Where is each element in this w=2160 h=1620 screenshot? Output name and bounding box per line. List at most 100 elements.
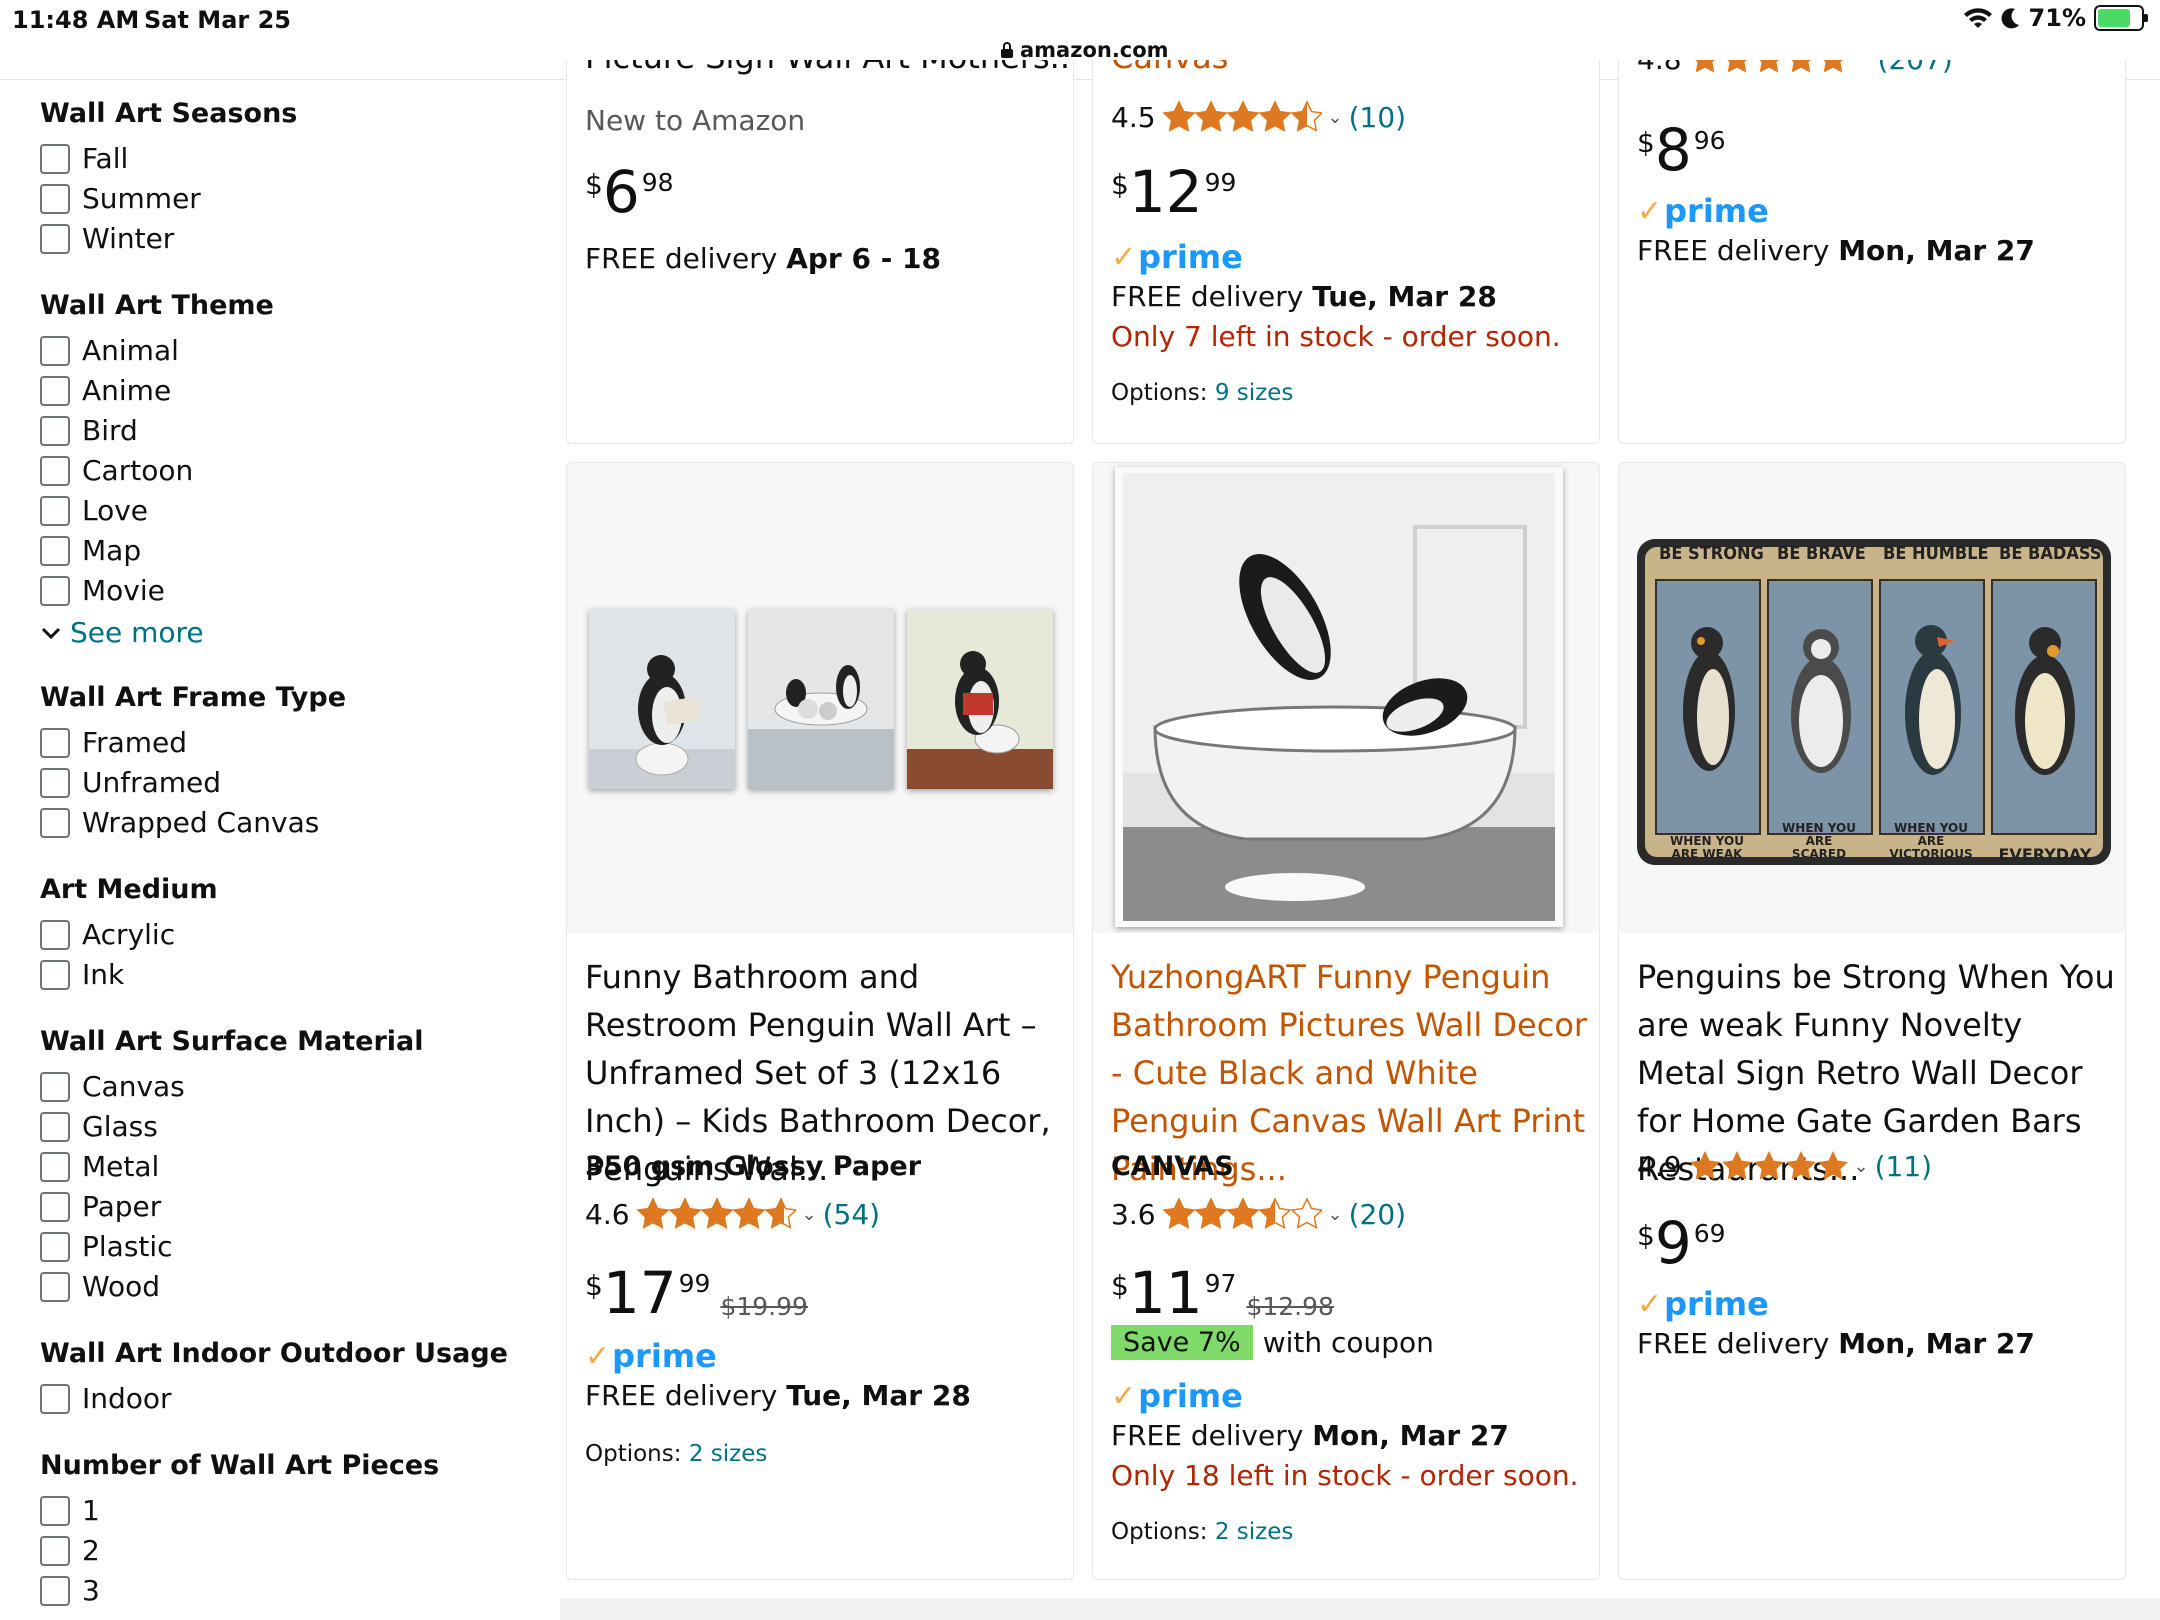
product-card[interactable]: Canvas 4.5 ⌄ (10) $ 12 99 ✓prime FREE de… bbox=[1092, 60, 1600, 444]
checkbox[interactable] bbox=[40, 1191, 70, 1222]
product-card[interactable]: Funny Bathroom and Restroom Penguin Wall… bbox=[566, 462, 1074, 1580]
filter-fall[interactable]: Fall bbox=[40, 142, 128, 175]
checkbox[interactable] bbox=[40, 1071, 70, 1102]
checkbox[interactable] bbox=[40, 223, 70, 254]
checkbox[interactable] bbox=[40, 143, 70, 174]
product-image[interactable] bbox=[1093, 463, 1599, 933]
checkbox[interactable] bbox=[40, 575, 70, 606]
address-bar[interactable]: amazon.com bbox=[1000, 38, 1169, 62]
checkbox[interactable] bbox=[40, 807, 70, 838]
filter-winter[interactable]: Winter bbox=[40, 222, 174, 255]
options-link[interactable]: 9 sizes bbox=[1215, 380, 1294, 406]
checkbox[interactable] bbox=[40, 1271, 70, 1302]
checkbox[interactable] bbox=[40, 1535, 70, 1566]
checkbox[interactable] bbox=[40, 1111, 70, 1142]
price: $ 9 69 bbox=[1637, 1209, 1726, 1277]
sign-header: BE HUMBLE bbox=[1883, 543, 1989, 564]
options-link[interactable]: 2 sizes bbox=[689, 1441, 768, 1467]
checkbox[interactable] bbox=[40, 1575, 70, 1606]
stock-warning: Only 7 left in stock - order soon. bbox=[1111, 320, 1561, 353]
star-rating-icon[interactable] bbox=[1162, 100, 1322, 134]
filter-label: Canvas bbox=[82, 1070, 185, 1103]
prime-badge: ✓ prime bbox=[585, 1337, 717, 1375]
checkbox[interactable] bbox=[40, 455, 70, 486]
checkbox[interactable] bbox=[40, 495, 70, 526]
filter-ink[interactable]: Ink bbox=[40, 958, 124, 991]
product-image[interactable] bbox=[567, 463, 1073, 933]
see-more-link[interactable]: See more bbox=[40, 616, 204, 649]
filter-plastic[interactable]: Plastic bbox=[40, 1230, 173, 1263]
product-title[interactable]: Canvas bbox=[1111, 60, 1228, 76]
filter-summer[interactable]: Summer bbox=[40, 182, 201, 215]
filter-metal[interactable]: Metal bbox=[40, 1150, 159, 1183]
filter-animal[interactable]: Animal bbox=[40, 334, 179, 367]
filter-label: Map bbox=[82, 534, 142, 567]
star-rating-icon[interactable] bbox=[636, 1197, 796, 1231]
review-count-link[interactable]: (54) bbox=[823, 1198, 880, 1231]
filter-label: Bird bbox=[82, 414, 138, 447]
save-badge[interactable]: Save 7% bbox=[1111, 1325, 1253, 1360]
filter-label: Acrylic bbox=[82, 918, 176, 951]
checkbox[interactable] bbox=[40, 335, 70, 366]
checkbox[interactable] bbox=[40, 767, 70, 798]
star-rating-icon[interactable] bbox=[1688, 60, 1848, 76]
coupon-row[interactable]: Save 7% with coupon bbox=[1111, 1325, 1434, 1360]
filter-map[interactable]: Map bbox=[40, 534, 141, 567]
facet-title-pieces: Number of Wall Art Pieces bbox=[40, 1450, 440, 1481]
checkbox[interactable] bbox=[40, 375, 70, 406]
filter-anime[interactable]: Anime bbox=[40, 374, 171, 407]
checkbox[interactable] bbox=[40, 959, 70, 990]
checkbox[interactable] bbox=[40, 415, 70, 446]
filter-pieces-1[interactable]: 1 bbox=[40, 1494, 100, 1527]
filter-bird[interactable]: Bird bbox=[40, 414, 138, 447]
product-card[interactable]: 4.8 (207) $ 8 96 ✓prime FREE delivery Mo… bbox=[1618, 60, 2126, 444]
filter-acrylic[interactable]: Acrylic bbox=[40, 918, 175, 951]
review-count-link[interactable]: (207) bbox=[1878, 60, 1953, 76]
filter-wood[interactable]: Wood bbox=[40, 1270, 160, 1303]
filter-label: 3 bbox=[82, 1574, 100, 1607]
price-whole: 9 bbox=[1654, 1209, 1692, 1277]
checkbox[interactable] bbox=[40, 1151, 70, 1182]
product-card[interactable]: YuzhongART Funny Penguin Bathroom Pictur… bbox=[1092, 462, 1600, 1580]
delivery-date: Tue, Mar 28 bbox=[786, 1379, 971, 1412]
chevron-down-icon[interactable]: ⌄ bbox=[1328, 1204, 1343, 1225]
variant-label: CANVAS bbox=[1111, 1151, 1234, 1182]
delivery-info: FREE delivery Mon, Mar 27 bbox=[1637, 234, 2035, 267]
filter-indoor[interactable]: Indoor bbox=[40, 1382, 172, 1415]
filter-wrapped-canvas[interactable]: Wrapped Canvas bbox=[40, 806, 319, 839]
checkbox[interactable] bbox=[40, 727, 70, 758]
checkbox[interactable] bbox=[40, 919, 70, 950]
filter-pieces-2[interactable]: 2 bbox=[40, 1534, 100, 1567]
filter-unframed[interactable]: Unframed bbox=[40, 766, 221, 799]
checkbox[interactable] bbox=[40, 1383, 70, 1414]
lock-icon bbox=[1001, 42, 1013, 58]
filter-canvas[interactable]: Canvas bbox=[40, 1070, 185, 1103]
product-card[interactable]: Picture Sign Wall Art Mothers... New to … bbox=[566, 60, 1074, 444]
star-rating-icon[interactable] bbox=[1688, 1149, 1848, 1183]
checkbox[interactable] bbox=[40, 1231, 70, 1262]
new-to-amazon-label: New to Amazon bbox=[585, 104, 806, 137]
checkbox[interactable] bbox=[40, 1495, 70, 1526]
filter-cartoon[interactable]: Cartoon bbox=[40, 454, 193, 487]
options-link[interactable]: 2 sizes bbox=[1215, 1519, 1294, 1545]
chevron-down-icon[interactable]: ⌄ bbox=[802, 1204, 817, 1225]
review-count-link[interactable]: (20) bbox=[1349, 1198, 1406, 1231]
filter-love[interactable]: Love bbox=[40, 494, 148, 527]
chevron-down-icon[interactable]: ⌄ bbox=[1328, 107, 1343, 128]
checkbox[interactable] bbox=[40, 183, 70, 214]
filter-glass[interactable]: Glass bbox=[40, 1110, 158, 1143]
price-fraction: 97 bbox=[1204, 1269, 1237, 1298]
star-rating-icon[interactable] bbox=[1162, 1197, 1322, 1231]
product-card[interactable]: BE STRONG BE BRAVE BE HUMBLE BE BADASS W… bbox=[1618, 462, 2126, 1580]
chevron-down-icon[interactable]: ⌄ bbox=[1854, 1156, 1869, 1177]
options-label: Options: bbox=[585, 1441, 689, 1467]
filter-pieces-3[interactable]: 3 bbox=[40, 1574, 100, 1607]
filter-framed[interactable]: Framed bbox=[40, 726, 187, 759]
filter-paper[interactable]: Paper bbox=[40, 1190, 161, 1223]
filter-movie[interactable]: Movie bbox=[40, 574, 165, 607]
review-count-link[interactable]: (10) bbox=[1349, 101, 1406, 134]
product-image[interactable]: BE STRONG BE BRAVE BE HUMBLE BE BADASS W… bbox=[1619, 463, 2125, 933]
product-title[interactable]: Picture Sign Wall Art Mothers... bbox=[585, 60, 1073, 76]
checkbox[interactable] bbox=[40, 535, 70, 566]
review-count-link[interactable]: (11) bbox=[1875, 1150, 1932, 1183]
